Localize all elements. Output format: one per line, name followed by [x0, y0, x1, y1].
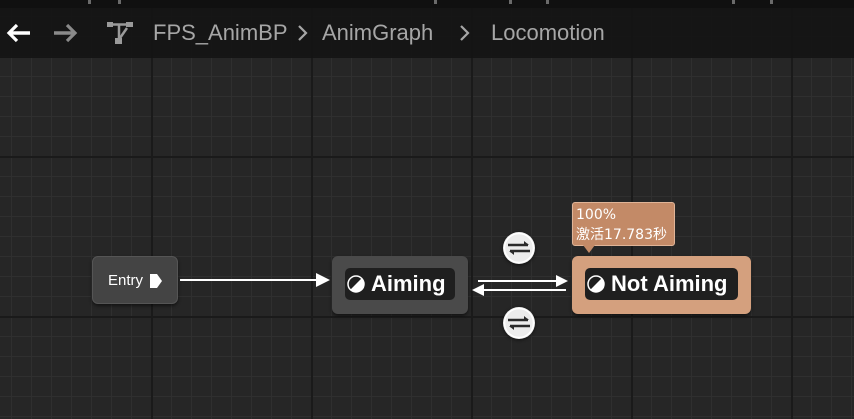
breadcrumb-item-current[interactable]: Locomotion [491, 20, 605, 46]
state-node-aiming[interactable]: Aiming [332, 256, 468, 314]
tooltip-pointer [583, 245, 595, 253]
entry-node[interactable]: Entry [92, 256, 178, 304]
chevron-right-icon [298, 25, 308, 41]
forward-button[interactable] [50, 18, 80, 48]
animation-graph-editor: FPS_AnimBP AnimGraph Locomotion Entry Ai… [0, 0, 854, 419]
state-title-bar: Not Aiming [585, 268, 738, 300]
state-label: Aiming [371, 271, 446, 296]
arrow-left-icon [6, 23, 30, 43]
transition-rule-button[interactable] [503, 232, 535, 264]
state-node-not-aiming[interactable]: Not Aiming [572, 256, 751, 314]
hierarchy-button[interactable] [105, 18, 135, 48]
state-icon [347, 275, 365, 293]
output-pin-icon[interactable] [149, 273, 163, 289]
breadcrumb-item[interactable]: AnimGraph [322, 20, 433, 46]
transition-rule-button[interactable] [503, 307, 535, 339]
hierarchy-icon [107, 22, 133, 44]
breadcrumb-item[interactable]: FPS_AnimBP [153, 20, 288, 46]
arrow-right-icon [54, 23, 78, 43]
transition-rule-icon [503, 307, 535, 339]
breadcrumb-toolbar: FPS_AnimBP AnimGraph Locomotion [0, 8, 854, 58]
entry-label: Entry [108, 272, 144, 289]
back-button[interactable] [4, 18, 34, 48]
transition-rule-icon [503, 232, 535, 264]
state-icon [587, 275, 605, 293]
state-active-time: 激活17.783秒 [576, 227, 667, 243]
chevron-right-icon [460, 25, 470, 41]
state-label: Not Aiming [611, 271, 728, 296]
state-title-bar: Aiming [345, 268, 455, 300]
top-tab-strip [0, 0, 854, 8]
state-weight: 100% [576, 207, 617, 223]
active-state-tooltip: 100% 激活17.783秒 [572, 202, 675, 246]
graph-canvas[interactable] [0, 0, 854, 419]
